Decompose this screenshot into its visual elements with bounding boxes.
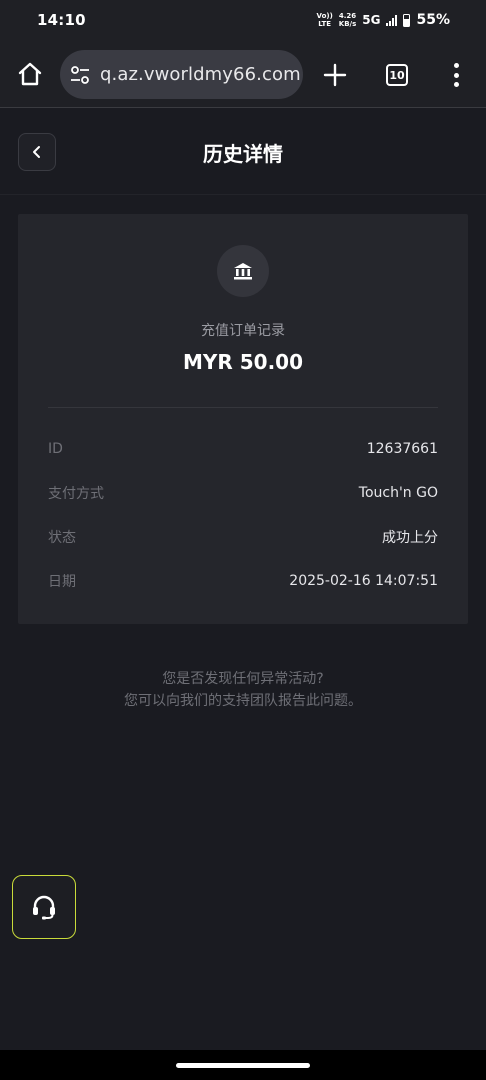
network-type: 5G <box>362 13 381 27</box>
bank-icon <box>217 245 269 297</box>
detail-row-id: ID 12637661 <box>48 437 438 461</box>
divider <box>48 407 438 408</box>
detail-row-date: 日期 2025-02-16 14:07:51 <box>48 569 438 593</box>
amount: MYR 50.00 <box>182 350 303 374</box>
network-speed: 4.26 KB/s <box>339 12 356 28</box>
battery-icon <box>403 13 411 27</box>
detail-value: 12637661 <box>366 441 438 457</box>
transaction-card: 充值订单记录 MYR 50.00 ID 12637661 支付方式 Touch'… <box>18 214 468 624</box>
detail-row-status: 状态 成功上分 <box>48 525 438 549</box>
detail-label: 状态 <box>48 530 76 546</box>
page-title: 历史详情 <box>203 142 283 166</box>
notice-line-1: 您是否发现任何异常活动? <box>162 671 324 687</box>
detail-row-payment-method: 支付方式 Touch'n GO <box>48 481 438 505</box>
battery-percent: 55% <box>416 12 450 28</box>
speed-value: 4.26 <box>338 12 357 20</box>
home-icon[interactable] <box>16 60 44 88</box>
speed-unit: KB/s <box>338 20 357 28</box>
volte-top: Vo)) <box>316 12 333 20</box>
tab-count: 10 <box>389 68 405 82</box>
signal-icon <box>386 14 398 26</box>
detail-label: ID <box>48 441 63 457</box>
headset-icon <box>33 895 55 920</box>
volte-bottom: LTE <box>318 20 332 28</box>
support-button[interactable] <box>12 875 76 939</box>
detail-value: 2025-02-16 14:07:51 <box>289 573 438 589</box>
home-gesture-handle[interactable] <box>176 1063 310 1068</box>
url-text[interactable]: q.az.vworldmy66.com <box>100 64 301 85</box>
plus-icon[interactable] <box>322 62 348 88</box>
tabs-icon[interactable]: 10 <box>386 64 408 86</box>
detail-value: 成功上分 <box>382 530 438 546</box>
status-indicators: Vo)) LTE 4.26 KB/s 5G 55% <box>317 12 450 28</box>
browser-toolbar: q.az.vworldmy66.com 10 <box>0 40 486 108</box>
report-notice: 您是否发现任何异常活动? 您可以向我们的支持团队报告此问题。 <box>0 668 486 712</box>
detail-value: Touch'n GO <box>358 485 438 501</box>
detail-label: 支付方式 <box>48 486 104 502</box>
page-header: 历史详情 <box>0 109 486 195</box>
detail-label: 日期 <box>48 574 76 590</box>
status-time: 14:10 <box>37 11 86 29</box>
notice-line-2: 您可以向我们的支持团队报告此问题。 <box>124 693 362 709</box>
volte-indicator: Vo)) LTE <box>317 12 333 28</box>
record-type: 充值订单记录 <box>201 323 285 339</box>
status-bar: 14:10 Vo)) LTE 4.26 KB/s 5G 55% <box>0 0 486 40</box>
system-nav-bar <box>0 1050 486 1080</box>
tune-icon[interactable] <box>69 64 91 86</box>
more-vert-icon[interactable] <box>448 63 464 87</box>
address-bar[interactable]: q.az.vworldmy66.com <box>60 50 303 99</box>
